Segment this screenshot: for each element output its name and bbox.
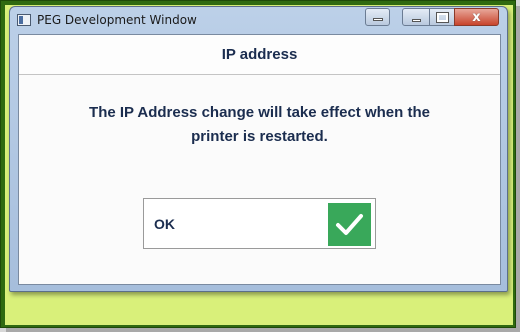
dialog-message: The IP Address change will take effect w…	[39, 101, 480, 149]
minimize-button[interactable]	[402, 8, 430, 26]
minimize-icon	[412, 19, 421, 22]
ok-button[interactable]: OK	[143, 198, 376, 249]
window-extra-button[interactable]	[365, 8, 390, 26]
maximize-button[interactable]	[429, 8, 455, 26]
dialog-title: IP address	[19, 35, 500, 75]
close-icon: x	[472, 10, 481, 25]
checkmark-icon	[328, 203, 371, 246]
app-icon	[17, 14, 31, 26]
app-window: PEG Development Window x IP address The …	[9, 6, 508, 292]
message-line-2: printer is restarted.	[191, 128, 328, 145]
restore-icon	[373, 18, 383, 21]
dialog-panel: IP address The IP Address change will ta…	[18, 34, 501, 285]
title-bar[interactable]: PEG Development Window x	[10, 7, 507, 33]
maximize-icon	[436, 12, 449, 23]
window-title: PEG Development Window	[37, 13, 197, 27]
message-line-1: The IP Address change will take effect w…	[89, 104, 430, 121]
ok-label: OK	[154, 216, 175, 232]
close-button[interactable]: x	[454, 8, 499, 26]
